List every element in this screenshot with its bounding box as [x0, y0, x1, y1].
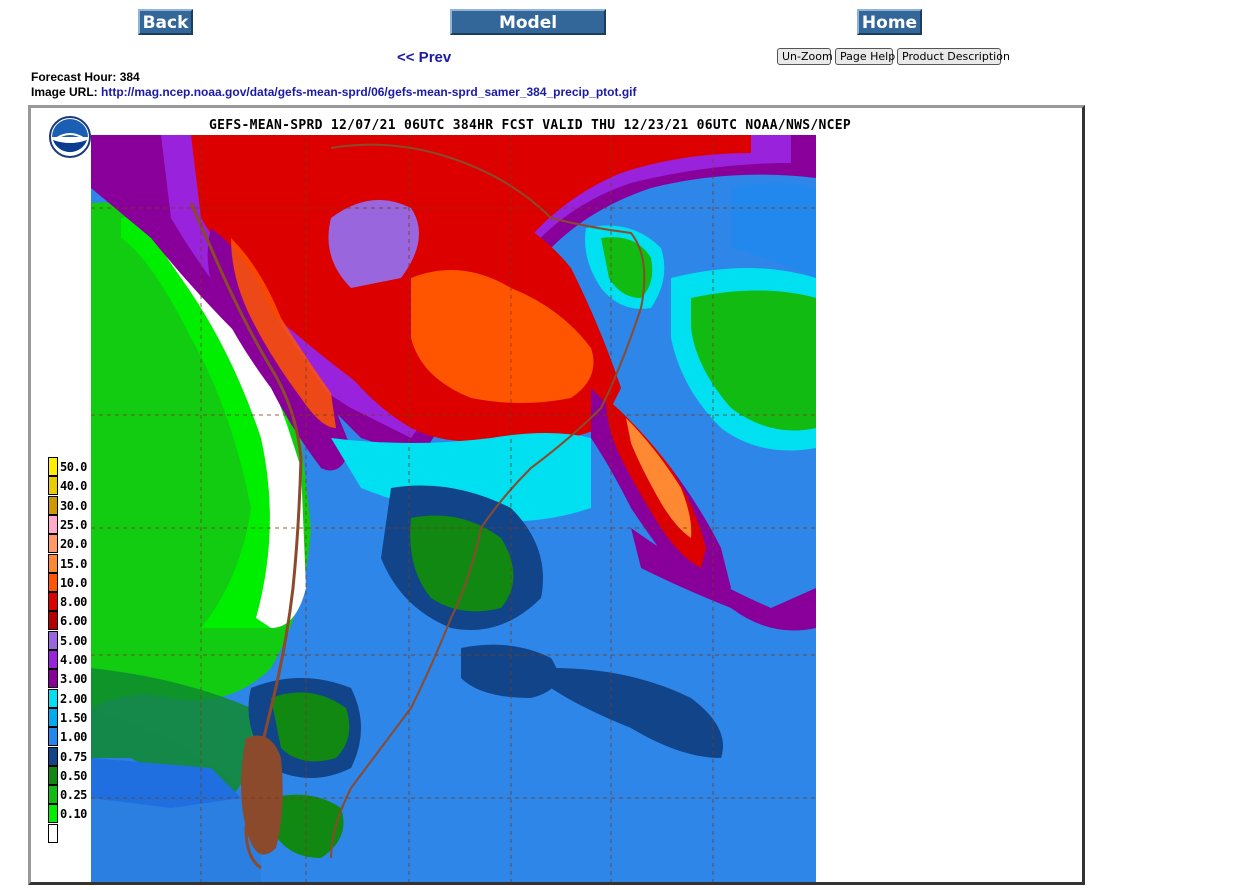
legend-swatch	[48, 688, 58, 708]
legend-swatch	[48, 650, 58, 669]
legend-swatch	[48, 785, 58, 805]
legend-swatch	[48, 572, 58, 592]
legend-swatch	[48, 804, 58, 824]
legend-label: 2.00	[60, 691, 87, 706]
legend-swatch	[48, 592, 58, 612]
legend-label: 1.00	[60, 730, 87, 745]
forecast-hour-label: Forecast Hour:	[31, 70, 117, 84]
unzoom-button[interactable]: Un-Zoom	[777, 48, 833, 65]
legend-label: 25.0	[60, 517, 87, 532]
back-button[interactable]: Back	[138, 9, 193, 35]
home-button[interactable]: Home	[857, 9, 922, 35]
legend-label: 0.50	[60, 768, 87, 783]
legend-label: 4.00	[60, 653, 87, 667]
legend-label: 6.00	[60, 614, 87, 629]
legend-label: 40.0	[60, 479, 87, 494]
legend-label: 1.50	[60, 710, 87, 725]
legend-label: 30.0	[60, 498, 87, 513]
legend-swatch	[48, 823, 58, 843]
legend-label: 3.00	[60, 672, 87, 687]
legend-swatch	[48, 553, 58, 573]
legend-label: 8.00	[60, 595, 87, 610]
image-url: Image URL: http://mag.ncep.noaa.gov/data…	[31, 85, 637, 99]
precip-map-image	[91, 135, 816, 882]
forecast-hour-value: 384	[119, 70, 140, 84]
map-title: GEFS-MEAN-SPRD 12/07/21 06UTC 384HR FCST…	[209, 118, 852, 133]
legend-label: 0.25	[60, 788, 87, 803]
product-description-button[interactable]: Product Description	[897, 48, 1010, 65]
image-url-label: Image URL:	[31, 85, 98, 99]
legend-swatch	[48, 630, 58, 650]
legend-swatch	[48, 514, 58, 534]
legend-label: 50.0	[60, 460, 87, 474]
legend-swatch	[48, 765, 58, 785]
legend-swatch	[48, 707, 58, 727]
legend-swatch	[48, 495, 58, 515]
legend-label: 0.10	[60, 807, 87, 822]
model-guidance-button[interactable]: Model Guidance	[450, 9, 606, 57]
legend-swatch	[48, 534, 58, 554]
legend-swatch	[48, 611, 58, 631]
page-help-button[interactable]: Page Help	[835, 48, 895, 65]
legend-label: 10.0	[60, 575, 87, 590]
legend-label: 20.0	[60, 537, 87, 552]
legend-swatch	[48, 457, 58, 476]
legend-swatch	[48, 727, 58, 747]
forecast-hour: Forecast Hour: 384	[31, 70, 140, 84]
legend-swatch	[48, 746, 58, 766]
legend-label: 15.0	[60, 556, 87, 571]
forecast-map[interactable]: GEFS-MEAN-SPRD 12/07/21 06UTC 384HR FCST…	[28, 105, 1085, 885]
noaa-logo-icon	[49, 116, 91, 158]
legend-swatch	[48, 669, 58, 689]
legend-swatch	[48, 476, 58, 496]
image-url-link[interactable]: http://mag.ncep.noaa.gov/data/gefs-mean-…	[101, 85, 636, 99]
legend-label: 5.00	[60, 633, 87, 648]
prev-link[interactable]: << Prev	[397, 49, 451, 66]
legend-label: 0.75	[60, 749, 87, 764]
